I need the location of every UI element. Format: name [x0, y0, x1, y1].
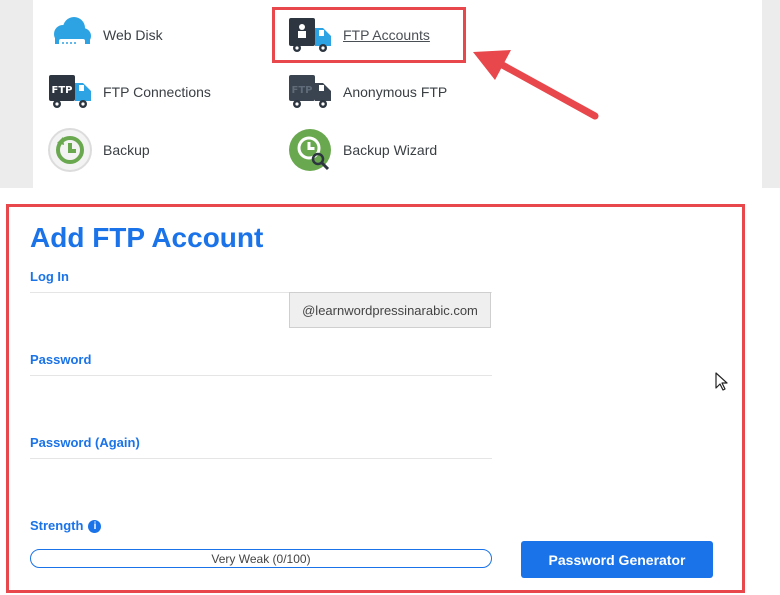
- password-label: Password: [30, 352, 92, 367]
- ftp-connections-label: FTP Connections: [103, 84, 211, 100]
- backup-wizard-item[interactable]: Backup Wizard: [287, 127, 437, 173]
- ftp-connections-icon: FTP: [47, 69, 93, 115]
- strength-label-row: Strength i: [30, 518, 102, 533]
- right-gray-margin: [762, 0, 780, 188]
- login-label: Log In: [30, 269, 69, 284]
- backup-label: Backup: [103, 142, 150, 158]
- password-generator-button[interactable]: Password Generator: [521, 541, 713, 578]
- backup-item[interactable]: Backup: [47, 127, 150, 173]
- password-again-input[interactable]: [30, 458, 492, 459]
- anonymous-ftp-label: Anonymous FTP: [343, 84, 448, 100]
- password-again-label: Password (Again): [30, 435, 140, 450]
- cloud-disk-icon: [47, 12, 93, 58]
- domain-suffix: @learnwordpressinarabic.com: [289, 292, 491, 328]
- left-gray-margin: [0, 0, 33, 188]
- web-disk-item[interactable]: Web Disk: [47, 12, 163, 58]
- mouse-cursor-icon: [715, 372, 728, 391]
- backup-icon: [47, 127, 93, 173]
- strength-meter: Very Weak (0/100): [30, 549, 492, 568]
- svg-text:FTP: FTP: [52, 85, 73, 96]
- strength-label: Strength: [30, 518, 84, 533]
- anonymous-ftp-icon: FTP: [287, 69, 333, 115]
- anonymous-ftp-item[interactable]: FTP Anonymous FTP: [287, 69, 447, 115]
- page-title: Add FTP Account: [30, 222, 264, 253]
- svg-text:FTP: FTP: [292, 85, 313, 96]
- add-ftp-account-panel: [6, 204, 745, 593]
- password-input[interactable]: [30, 375, 492, 376]
- backup-wizard-icon: [287, 127, 333, 173]
- backup-wizard-label: Backup Wizard: [343, 142, 438, 158]
- web-disk-label: Web Disk: [103, 27, 163, 43]
- ftp-accounts-highlight-box: [272, 7, 466, 63]
- ftp-connections-item[interactable]: FTP FTP Connections: [47, 69, 211, 115]
- annotation-arrow-icon: [473, 50, 599, 120]
- info-icon[interactable]: i: [88, 520, 102, 533]
